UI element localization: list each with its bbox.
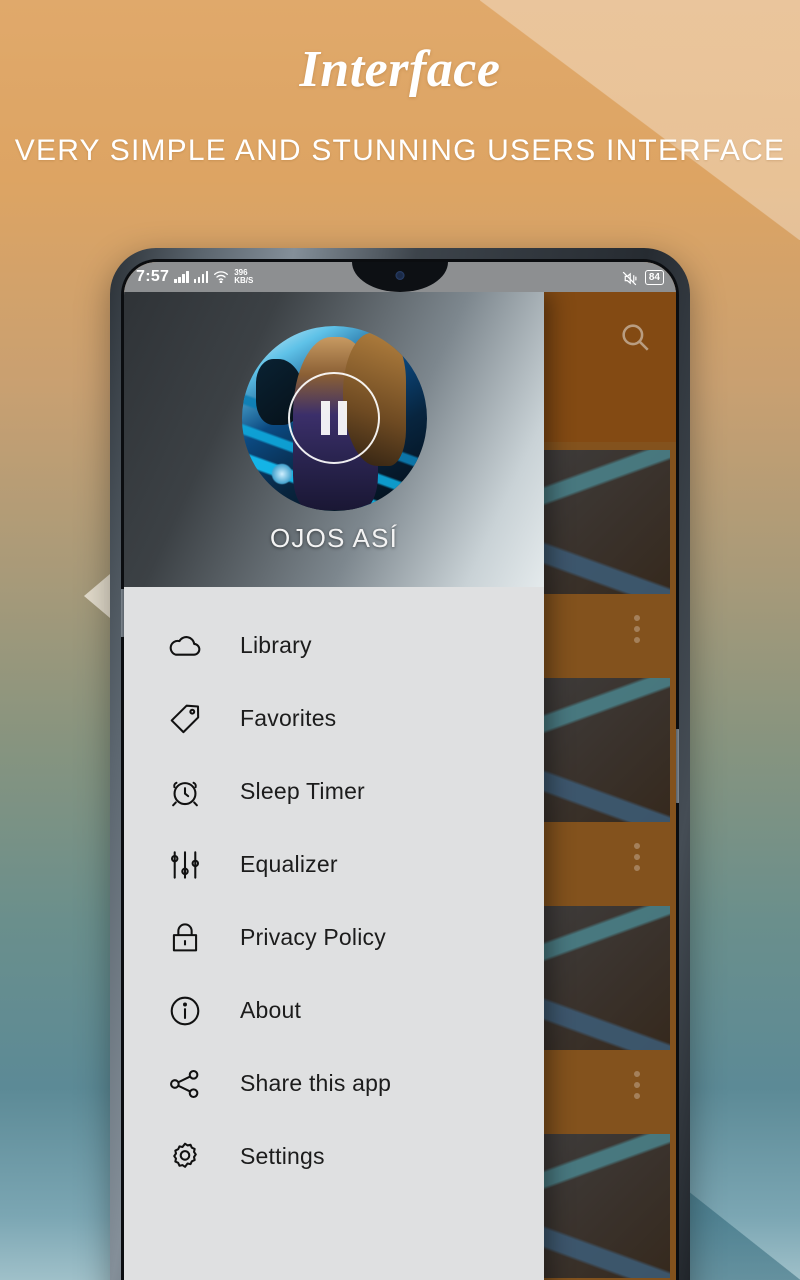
status-time: 7:57 [136, 268, 170, 285]
vibrate-mute-icon [621, 270, 638, 285]
menu-item-settings[interactable]: Settings [124, 1120, 544, 1193]
menu-item-sleep-timer[interactable]: Sleep Timer [124, 755, 544, 828]
menu-item-label: Equalizer [240, 851, 338, 877]
signal-bars-icon [193, 271, 209, 283]
phone-screen: ARTISTS F [124, 262, 676, 1280]
menu-item-label: Sleep Timer [240, 778, 365, 804]
signal-bars-icon [174, 271, 189, 283]
menu-item-label: Favorites [240, 705, 337, 731]
menu-item-library[interactable]: Library [124, 609, 544, 682]
album-art[interactable] [241, 325, 427, 511]
menu-item-label: Privacy Policy [240, 924, 386, 950]
drawer-header: OJOS ASÍ [124, 292, 544, 587]
page-subtitle: VERY SIMPLE AND STUNNING USERS INTERFACE [14, 134, 786, 167]
navigation-drawer: OJOS ASÍ Library Favorites Sleep Timer E… [124, 292, 544, 1280]
top-right-diagonal-accent [480, 0, 800, 240]
sliders-icon [164, 844, 206, 886]
tag-icon [164, 698, 206, 740]
info-icon [164, 990, 206, 1032]
menu-item-share-this-app[interactable]: Share this app [124, 1047, 544, 1120]
drawer-menu: Library Favorites Sleep Timer Equalizer … [124, 587, 544, 1280]
battery-indicator: 84 [644, 269, 664, 285]
lock-icon [164, 917, 206, 959]
pause-icon[interactable] [288, 372, 380, 464]
menu-item-privacy-policy[interactable]: Privacy Policy [124, 901, 544, 974]
menu-item-label: Library [240, 632, 312, 658]
menu-item-label: Share this app [240, 1070, 392, 1096]
now-playing-title: OJOS ASÍ [269, 522, 399, 553]
network-speed-unit: KB/S [234, 276, 254, 285]
menu-item-label: Settings [240, 1143, 325, 1169]
wifi-icon [213, 270, 229, 284]
share-icon [164, 1063, 206, 1105]
front-camera [395, 271, 405, 280]
menu-item-equalizer[interactable]: Equalizer [124, 828, 544, 901]
gear-icon [164, 1136, 206, 1178]
phone-bezel: ARTISTS F [121, 259, 679, 1280]
left-arrow-marker [84, 574, 110, 618]
phone-mockup: ARTISTS F [110, 248, 690, 1280]
cloud-icon [164, 625, 206, 667]
menu-item-label: About [240, 997, 302, 1023]
alarm-icon [164, 771, 206, 813]
menu-item-about[interactable]: About [124, 974, 544, 1047]
menu-item-favorites[interactable]: Favorites [124, 682, 544, 755]
page-title: Interface [299, 41, 501, 98]
network-speed: 396 KB/S [234, 269, 253, 285]
